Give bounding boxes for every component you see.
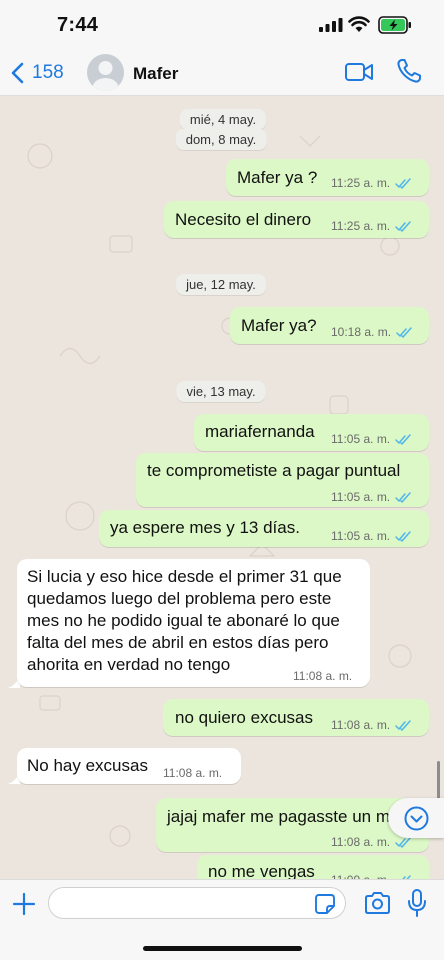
message-text: Mafer ya ? xyxy=(237,168,318,187)
message-outgoing[interactable]: no quiero excusas 11:08 a. m. xyxy=(163,699,429,736)
message-outgoing[interactable]: Mafer ya? 10:18 a. m. xyxy=(230,307,429,344)
message-meta: 11:05 a. m. xyxy=(331,428,412,450)
message-text-line: mes no he podido igual te abonaré lo que xyxy=(27,611,340,630)
battery-charging-icon xyxy=(378,16,411,34)
date-separator: jue, 12 may. xyxy=(176,274,266,295)
message-text: Mafer ya? xyxy=(241,316,317,335)
message-time: 11:08 a. m. xyxy=(331,835,391,849)
back-button[interactable]: 158 xyxy=(10,59,64,87)
read-ticks-icon xyxy=(395,491,411,503)
sticker-icon[interactable] xyxy=(314,893,336,915)
message-outgoing[interactable]: te comprometiste a pagar puntual 11:05 a… xyxy=(136,453,429,507)
read-ticks-icon xyxy=(395,836,411,848)
message-time: 10:18 a. m. xyxy=(331,325,392,339)
message-time: 11:08 a. m. xyxy=(293,669,353,683)
message-time: 11:05 a. m. xyxy=(331,490,391,504)
chevron-left-icon xyxy=(11,62,24,84)
message-text-line: ahorita en verdad no tengo xyxy=(27,655,231,674)
message-text: ya espere mes y 13 días. xyxy=(110,518,300,537)
message-meta: 11:09 a. m. xyxy=(331,869,412,879)
message-meta: 11:08 a. m. xyxy=(331,714,412,736)
message-text: te comprometiste a pagar puntual xyxy=(147,461,401,480)
message-text-line: quedamos luego del problema pero este xyxy=(27,589,332,608)
message-time: 11:05 a. m. xyxy=(331,529,391,543)
message-outgoing[interactable]: Mafer ya ? 11:25 a. m. xyxy=(226,159,429,196)
read-ticks-icon xyxy=(395,719,411,731)
read-ticks-icon xyxy=(395,433,411,445)
contact-name[interactable]: Mafer xyxy=(133,64,178,84)
message-meta: 11:25 a. m. xyxy=(331,215,412,237)
message-time: 11:05 a. m. xyxy=(331,432,391,446)
cellular-signal-icon xyxy=(319,18,343,32)
status-bar: 7:44 xyxy=(0,0,444,50)
home-indicator xyxy=(143,946,302,951)
date-separator: mié, 4 may. xyxy=(179,109,267,130)
video-camera-icon[interactable] xyxy=(344,60,374,84)
microphone-icon[interactable] xyxy=(407,889,427,917)
message-text: no quiero excusas xyxy=(175,708,313,727)
message-time: 11:25 a. m. xyxy=(331,219,391,233)
message-outgoing[interactable]: ya espere mes y 13 días. 11:05 a. m. xyxy=(99,510,429,547)
message-time: 11:08 a. m. xyxy=(331,718,391,732)
message-outgoing[interactable]: jajaj mafer me pagasste un m 11:08 a. m. xyxy=(156,798,429,852)
message-time: 11:25 a. m. xyxy=(331,176,391,190)
wifi-icon xyxy=(348,16,370,32)
message-text: mariafernanda xyxy=(205,422,315,441)
chevron-down-icon xyxy=(404,806,429,831)
message-incoming[interactable]: Si lucia y eso hice desde el primer 31 q… xyxy=(17,559,370,687)
message-time: 11:08 a. m. xyxy=(163,766,223,780)
read-ticks-icon xyxy=(395,177,411,189)
default-avatar-icon xyxy=(92,61,119,91)
date-separator: dom, 8 may. xyxy=(175,129,267,150)
message-input[interactable] xyxy=(48,887,346,919)
message-outgoing[interactable]: no me vengas 11:09 a. m. xyxy=(197,855,429,879)
status-time: 7:44 xyxy=(57,14,99,36)
message-outgoing[interactable]: Necesito el dinero 11:25 a. m. xyxy=(164,201,429,238)
read-ticks-icon xyxy=(396,326,412,338)
message-text-line: Si lucia y eso hice desde el primer 31 q… xyxy=(27,567,342,586)
message-text-line: falta del mes de abril en estos días per… xyxy=(27,633,329,652)
message-composer xyxy=(0,879,444,960)
message-meta: 11:05 a. m. xyxy=(331,486,412,508)
chat-header: 158 Mafer xyxy=(0,50,444,96)
message-text: no me vengas xyxy=(208,862,315,879)
chat-area[interactable]: mié, 4 may. dom, 8 may. Mafer ya ? 11:25… xyxy=(0,96,444,879)
scrollbar[interactable] xyxy=(437,761,440,799)
message-text: No hay excusas xyxy=(27,756,148,775)
message-outgoing[interactable]: mariafernanda 11:05 a. m. xyxy=(194,414,429,451)
read-ticks-icon xyxy=(395,220,411,232)
avatar[interactable] xyxy=(87,54,124,91)
unread-count: 158 xyxy=(32,62,64,83)
message-text: Necesito el dinero xyxy=(175,210,312,229)
phone-icon[interactable] xyxy=(396,58,422,84)
date-separator: vie, 13 may. xyxy=(176,381,266,402)
camera-icon[interactable] xyxy=(364,891,391,915)
read-ticks-icon xyxy=(395,530,411,542)
message-text: jajaj mafer me pagasste un m xyxy=(167,807,390,826)
plus-icon[interactable] xyxy=(12,892,36,916)
message-meta: 11:25 a. m. xyxy=(331,172,412,194)
message-time: 11:09 a. m. xyxy=(331,869,390,879)
scroll-to-bottom-button[interactable] xyxy=(388,798,444,838)
message-meta: 10:18 a. m. xyxy=(331,321,413,343)
message-incoming[interactable]: No hay excusas 11:08 a. m. xyxy=(17,748,241,784)
message-meta: 11:05 a. m. xyxy=(331,525,412,547)
